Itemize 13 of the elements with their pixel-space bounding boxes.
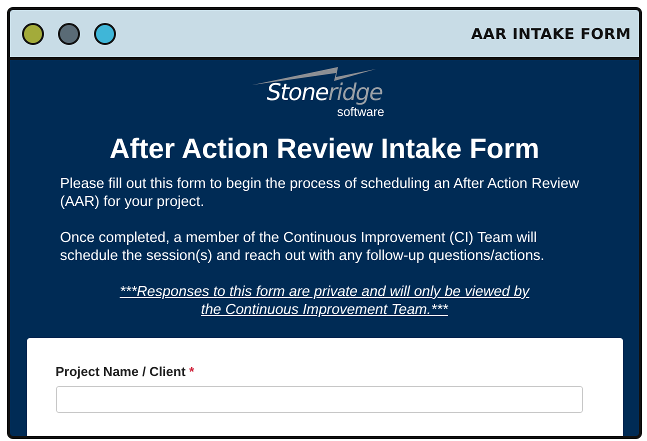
intro-paragraph: Please fill out this form to begin the process of scheduling an After Action Review (AAR) for your project. — [60, 175, 580, 211]
input-field[interactable] — [56, 386, 582, 413]
window-control-dot[interactable] — [94, 22, 116, 44]
field-label: Project Name / Client * — [56, 364, 196, 379]
window-control-dot[interactable] — [58, 22, 80, 44]
intro-paragraph: Once completed, a member of the Continuous Improvement (CI) Team will schedule the session(s) and reach out with any follow-up questions/actions. — [60, 229, 546, 265]
logo-wordmark: Stoneridge — [266, 81, 382, 105]
privacy-note: the Continuous Improvement Team.*** — [201, 301, 448, 319]
logo-tagline: software — [337, 105, 384, 119]
window-title: AAR INTAKE FORM — [471, 24, 631, 42]
form-heading: After Action Review Intake Form — [110, 133, 540, 165]
window-control-dot[interactable] — [22, 22, 44, 44]
privacy-note: ***Responses to this form are private and will only be viewed by — [120, 283, 530, 301]
